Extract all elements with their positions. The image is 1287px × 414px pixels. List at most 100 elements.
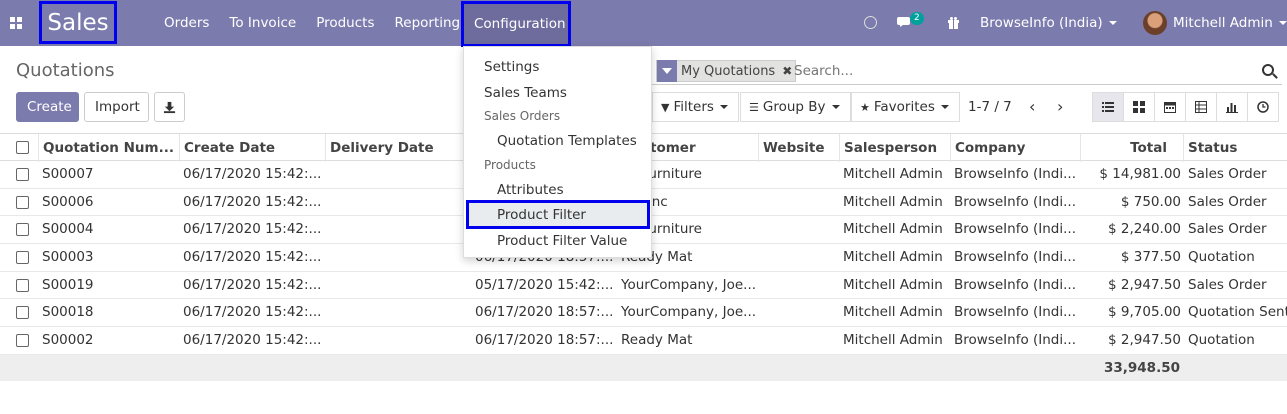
list-view-button[interactable] [1092,92,1124,122]
column-header-delivery-date[interactable]: Delivery Date [325,134,463,162]
company-switcher[interactable]: BrowseInfo (India) [980,0,1117,46]
cell-status: Quotation [1188,332,1255,349]
configuration-dropdown: Settings Sales Teams Sales Orders Quotat… [463,46,652,258]
pivot-view-button[interactable] [1185,92,1217,122]
cell-customer: YourCompany, Joe... [621,304,755,321]
cell-status: Quotation Sent [1188,304,1287,321]
company-name: BrowseInfo (India) [980,15,1103,31]
search-input[interactable] [792,62,1222,80]
chevron-down-icon [831,105,840,109]
gift-icon[interactable] [947,16,960,29]
table-row[interactable]: S00002 06/17/2020 15:42:... 06/17/2020 18:… [0,327,1287,355]
create-button[interactable]: Create [16,92,79,122]
groupby-label: Group By [762,99,826,115]
cell-total: $ 14,981.00 [1099,166,1181,182]
row-checkbox[interactable] [16,168,29,181]
menu-header-sales-orders: Sales Orders [484,109,561,123]
download-icon [163,101,176,114]
row-checkbox[interactable] [16,251,29,265]
row-checkbox[interactable] [16,306,29,320]
row-checkbox[interactable] [16,278,29,292]
cell-create-date: 06/17/2020 15:42:... [183,276,321,293]
menu-orders[interactable]: Orders [154,0,219,46]
cell-salesperson: Mitchell Admin [843,304,943,321]
column-header-website[interactable]: Website [758,134,839,162]
download-button[interactable] [154,92,185,122]
import-button[interactable]: Import [84,92,149,122]
menu-item-attributes[interactable]: Attributes [497,182,564,198]
column-header-number[interactable]: Quotation Num... [38,134,179,162]
bar-chart-icon [1226,103,1238,113]
pager-previous-icon[interactable]: ‹ [1029,92,1035,122]
menu-reporting[interactable]: Reporting [384,0,470,46]
cell-salesperson: Mitchell Admin [843,332,943,349]
column-header-create-date[interactable]: Create Date [179,134,325,162]
menu-item-settings[interactable]: Settings [484,59,539,75]
filter-funnel-icon: ▼ [661,101,670,114]
menu-products[interactable]: Products [306,0,384,46]
column-header-company[interactable]: Company [950,134,1080,162]
menu-to-invoice[interactable]: To Invoice [219,0,306,46]
cell-total: $ 2,240.00 [1108,221,1181,238]
kanban-view-icon [1133,101,1145,113]
cell-create-date: 06/17/2020 15:42:... [183,221,321,238]
row-checkbox[interactable] [16,223,29,237]
menu-configuration[interactable]: Configuration [461,1,571,47]
activity-clock-icon[interactable] [864,16,877,29]
cell-company: BrowseInfo (Indi... [954,166,1076,182]
avatar[interactable] [1143,11,1167,35]
activity-view-button[interactable] [1247,92,1279,122]
cell-company: BrowseInfo (Indi... [954,193,1076,210]
top-navbar: Sales Orders To Invoice Products Reporti… [0,0,1287,47]
cell-company: BrowseInfo (Indi... [954,332,1076,349]
cell-salesperson: Mitchell Admin [843,193,943,210]
cell-company: BrowseInfo (Indi... [954,276,1076,293]
graph-view-button[interactable] [1216,92,1248,122]
filters-dropdown[interactable]: ▼ Filters [652,92,739,122]
menu-item-sales-teams[interactable]: Sales Teams [484,85,567,101]
search-facet: My Quotations ✖ [656,60,797,82]
groupby-dropdown[interactable]: ☰ Group By [740,92,851,122]
menu-item-quotation-templates[interactable]: Quotation Templates [497,133,637,149]
menu-item-product-filter[interactable]: Product Filter [497,207,586,223]
chevron-down-icon [1278,21,1287,25]
row-checkbox[interactable] [16,195,29,209]
kanban-view-button[interactable] [1123,92,1155,122]
table-row[interactable]: S00018 06/17/2020 15:42:... 06/17/2020 18:… [0,299,1287,328]
cell-total: $ 750.00 [1120,193,1181,210]
cell-create-date: 06/17/2020 15:42:... [183,166,321,182]
apps-grid-icon[interactable] [0,0,32,46]
user-menu[interactable]: Mitchell Admin [1173,0,1287,46]
search-icon[interactable] [1262,64,1274,76]
table-row[interactable]: S00019 06/17/2020 15:42:... 05/17/2020 15:… [0,272,1287,300]
search-bar: My Quotations ✖ [652,58,1282,85]
calendar-view-icon [1164,102,1176,113]
pager-value[interactable]: 1-7 / 7 [968,92,1012,122]
calendar-view-button[interactable] [1154,92,1186,122]
pager-next-icon[interactable]: › [1057,92,1063,122]
select-all-checkbox[interactable] [16,141,29,154]
cell-number: S00002 [42,332,94,349]
cell-customer: Ready Mat [621,332,693,349]
column-header-total[interactable]: Total [1080,134,1183,162]
cell-company: BrowseInfo (Indi... [954,304,1076,321]
facet-label: My Quotations [681,63,776,79]
cell-status: Sales Order [1188,276,1267,293]
clock-icon [1257,101,1269,113]
chevron-down-icon [1108,21,1117,25]
cell-total: $ 2,947.50 [1108,332,1181,349]
filter-funnel-icon [657,60,677,82]
chat-badge: 2 [910,12,924,25]
cell-status: Sales Order [1188,166,1267,182]
menu-item-product-filter-value[interactable]: Product Filter Value [497,233,627,249]
column-header-customer[interactable]: tomer [645,134,758,162]
column-header-salesperson[interactable]: Salesperson [839,134,950,162]
favorites-dropdown[interactable]: ★ Favorites [851,92,960,122]
app-brand[interactable]: Sales [39,1,117,44]
column-header-status[interactable]: Status [1183,134,1287,162]
cell-expected-date: 06/17/2020 18:57:... [475,332,613,349]
row-checkbox[interactable] [16,334,29,348]
cell-total: $ 2,947.50 [1108,276,1181,293]
cell-salesperson: Mitchell Admin [843,166,943,182]
cell-customer: YourCompany, Joe... [621,276,755,293]
